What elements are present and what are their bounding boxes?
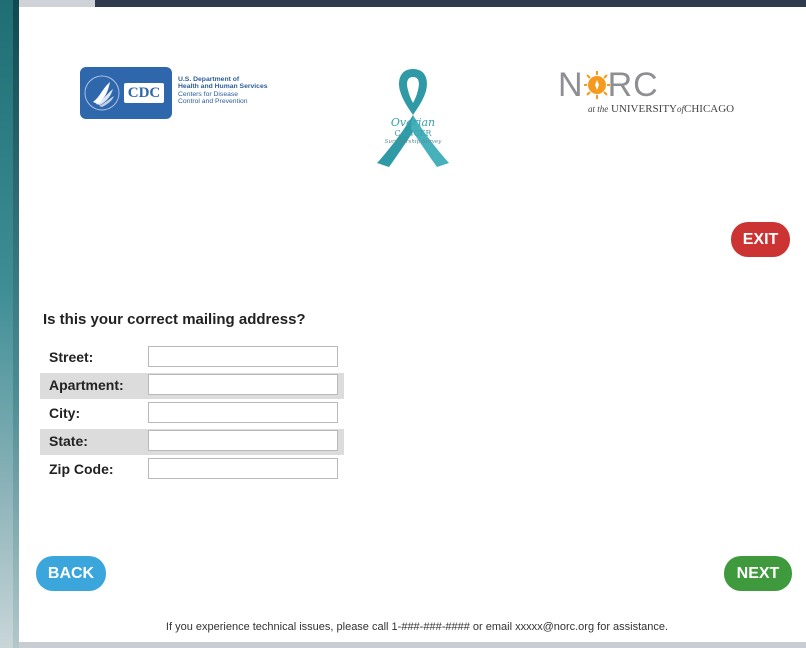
street-row: Street:: [40, 345, 344, 371]
norc-letters-rc: RC: [607, 66, 659, 104]
norc-sub-chicago: CHICAGO: [684, 103, 735, 115]
exit-button[interactable]: EXIT: [731, 222, 790, 257]
apartment-label: Apartment:: [49, 377, 124, 393]
survey-logo-line3: Survivorship Survey: [384, 139, 442, 145]
city-row: City:: [40, 401, 344, 427]
norc-logo: N RC: [558, 67, 659, 103]
hhs-line-2: Health and Human Services: [178, 83, 268, 91]
state-label: State:: [49, 433, 88, 449]
norc-sub-pre: at the: [588, 104, 609, 114]
norc-subtitle: at the UNIVERSITYofCHICAGO: [588, 103, 734, 115]
apartment-field[interactable]: [148, 374, 338, 395]
survey-logo-line1: Ovarian: [390, 116, 436, 129]
back-button[interactable]: BACK: [36, 556, 106, 591]
zip-code-label: Zip Code:: [49, 461, 114, 477]
cdc-logo: CDC: [80, 67, 172, 119]
cdc-badge-text: CDC: [127, 85, 161, 101]
hhs-line-4: Control and Prevention: [178, 97, 248, 105]
footer-text: If you experience technical issues, plea…: [165, 621, 669, 633]
left-edge-decoration: [0, 0, 19, 648]
state-field[interactable]: [148, 430, 338, 451]
hhs-line-1: U.S. Department of: [178, 76, 240, 83]
norc-letter-n: N: [558, 66, 584, 104]
state-row: State:: [40, 429, 344, 455]
norc-sun-icon: [583, 67, 610, 103]
street-label: Street:: [49, 349, 94, 365]
next-button[interactable]: NEXT: [724, 556, 792, 591]
apartment-row: Apartment:: [40, 373, 344, 399]
hhs-line-3: Centers for Disease: [178, 90, 239, 98]
survey-logo-line2: CANCER: [394, 129, 432, 138]
bottom-edge: [19, 642, 806, 648]
street-field[interactable]: [148, 346, 338, 367]
zip-code-field[interactable]: [148, 458, 338, 479]
zip-code-row: Zip Code:: [40, 457, 344, 483]
window-top-bar: [0, 0, 806, 7]
footer-help-text: If you experience technical issues, plea…: [0, 621, 806, 633]
norc-sub-univ: UNIVERSITY: [611, 103, 677, 115]
city-label: City:: [49, 405, 81, 421]
norc-sub-of: of: [677, 104, 685, 114]
page-title: Is this your correct mailing address?: [43, 311, 306, 328]
city-field[interactable]: [148, 402, 338, 423]
hhs-text: U.S. Department of Health and Human Serv…: [178, 76, 268, 105]
